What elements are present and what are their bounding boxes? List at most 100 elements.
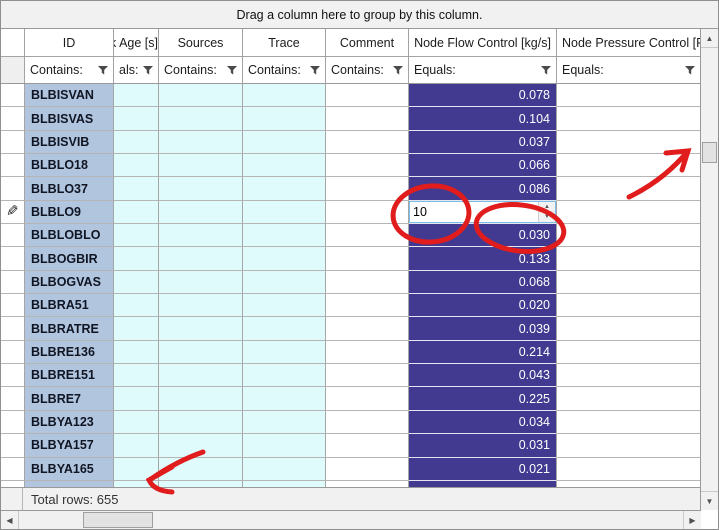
- cell-sources[interactable]: [159, 340, 243, 365]
- column-header-age[interactable]: k Age [s]: [114, 29, 159, 56]
- cell-node-flow-control[interactable]: 0.020: [409, 294, 557, 318]
- cell-node-pressure-control[interactable]: [557, 247, 701, 271]
- filter-cell-pressure[interactable]: Equals:: [557, 57, 701, 83]
- cell-trace[interactable]: [243, 364, 326, 388]
- cell-node-flow-control[interactable]: 0.043: [409, 364, 557, 388]
- cell-comment[interactable]: [326, 107, 409, 131]
- cell-comment[interactable]: [326, 457, 409, 481]
- cell-node-pressure-control[interactable]: [557, 224, 701, 248]
- cell-node-flow-control[interactable]: 0.086: [409, 177, 557, 201]
- cell-comment[interactable]: [326, 224, 409, 248]
- cell-id[interactable]: BLBRE136: [25, 340, 114, 365]
- cell-trace[interactable]: [243, 247, 326, 271]
- cell-node-flow-control[interactable]: 0.030: [409, 224, 557, 248]
- cell-trace[interactable]: [243, 107, 326, 131]
- cell-age[interactable]: [114, 224, 159, 248]
- cell-comment[interactable]: [326, 270, 409, 295]
- cell-node-pressure-control[interactable]: [557, 457, 701, 481]
- cell-node-pressure-control[interactable]: [557, 200, 701, 225]
- cell-node-flow-control[interactable]: 0.078: [409, 84, 557, 108]
- cell-age[interactable]: [114, 457, 159, 481]
- cell-comment[interactable]: [326, 84, 409, 108]
- cell-age[interactable]: [114, 317, 159, 341]
- filter-cell-age[interactable]: als:: [114, 57, 159, 83]
- cell-comment[interactable]: [326, 410, 409, 435]
- scroll-left-button[interactable]: ◀: [1, 511, 19, 529]
- vertical-scrollbar[interactable]: ▲ ▼: [700, 29, 718, 510]
- cell-node-flow-control[interactable]: 0.021: [409, 457, 557, 481]
- cell-sources[interactable]: [159, 294, 243, 318]
- cell-sources[interactable]: [159, 154, 243, 178]
- cell-node-pressure-control[interactable]: [557, 387, 701, 411]
- filter-cell-flow[interactable]: Equals:: [409, 57, 557, 83]
- cell-id[interactable]: BLBOGVAS: [25, 270, 114, 295]
- cell-node-pressure-control[interactable]: [557, 177, 701, 201]
- cell-node-flow-control[interactable]: 10 ▲ ▼: [409, 200, 557, 225]
- cell-sources[interactable]: [159, 410, 243, 435]
- cell-id[interactable]: BLBLO18: [25, 154, 114, 178]
- cell-comment[interactable]: [326, 130, 409, 155]
- filter-cell-trace[interactable]: Contains:: [243, 57, 326, 83]
- cell-trace[interactable]: [243, 84, 326, 108]
- column-header-id[interactable]: ID: [25, 29, 114, 56]
- cell-node-flow-control[interactable]: 0.225: [409, 387, 557, 411]
- cell-comment[interactable]: [326, 364, 409, 388]
- cell-node-flow-control[interactable]: 0.034: [409, 410, 557, 435]
- cell-comment[interactable]: [326, 154, 409, 178]
- cell-age[interactable]: [114, 247, 159, 271]
- cell-sources[interactable]: [159, 177, 243, 201]
- filter-cell-comment[interactable]: Contains:: [326, 57, 409, 83]
- cell-editor[interactable]: 10 ▲ ▼: [409, 200, 556, 224]
- cell-node-flow-control[interactable]: 0.039: [409, 317, 557, 341]
- cell-trace[interactable]: [243, 340, 326, 365]
- cell-trace[interactable]: [243, 200, 326, 225]
- cell-comment[interactable]: [326, 340, 409, 365]
- cell-age[interactable]: [114, 364, 159, 388]
- cell-trace[interactable]: [243, 317, 326, 341]
- cell-age[interactable]: [114, 200, 159, 225]
- column-header-sources[interactable]: Sources: [159, 29, 243, 56]
- column-header-pressure[interactable]: Node Pressure Control [Pa: [557, 29, 701, 56]
- column-header-trace[interactable]: Trace: [243, 29, 326, 56]
- cell-comment[interactable]: [326, 177, 409, 201]
- editor-value[interactable]: 10: [410, 202, 538, 222]
- cell-trace[interactable]: [243, 387, 326, 411]
- cell-comment[interactable]: [326, 200, 409, 225]
- cell-node-flow-control[interactable]: 0.104: [409, 107, 557, 131]
- filter-icon[interactable]: [98, 65, 108, 75]
- cell-node-pressure-control[interactable]: [557, 154, 701, 178]
- cell-id[interactable]: BLBYA123: [25, 410, 114, 435]
- cell-comment[interactable]: [326, 387, 409, 411]
- cell-age[interactable]: [114, 294, 159, 318]
- cell-sources[interactable]: [159, 247, 243, 271]
- filter-icon[interactable]: [310, 65, 320, 75]
- cell-id[interactable]: BLBRE7: [25, 387, 114, 411]
- horizontal-scrollbar-thumb[interactable]: [83, 512, 153, 528]
- cell-trace[interactable]: [243, 270, 326, 295]
- cell-node-pressure-control[interactable]: [557, 317, 701, 341]
- cell-node-pressure-control[interactable]: [557, 340, 701, 365]
- cell-comment[interactable]: [326, 294, 409, 318]
- cell-sources[interactable]: [159, 224, 243, 248]
- cell-age[interactable]: [114, 270, 159, 295]
- cell-id[interactable]: BLBLO37: [25, 177, 114, 201]
- column-header-comment[interactable]: Comment: [326, 29, 409, 56]
- cell-sources[interactable]: [159, 130, 243, 155]
- cell-node-pressure-control[interactable]: [557, 270, 701, 295]
- cell-id[interactable]: BLBRA51: [25, 294, 114, 318]
- cell-trace[interactable]: [243, 434, 326, 458]
- cell-age[interactable]: [114, 154, 159, 178]
- filter-cell-id[interactable]: Contains:: [25, 57, 114, 83]
- cell-node-pressure-control[interactable]: [557, 410, 701, 435]
- cell-trace[interactable]: [243, 457, 326, 481]
- cell-age[interactable]: [114, 177, 159, 201]
- cell-trace[interactable]: [243, 130, 326, 155]
- cell-sources[interactable]: [159, 387, 243, 411]
- horizontal-scrollbar[interactable]: ◀ ▶: [1, 510, 701, 529]
- cell-age[interactable]: [114, 107, 159, 131]
- cell-id[interactable]: BLBRATRE: [25, 317, 114, 341]
- cell-trace[interactable]: [243, 177, 326, 201]
- filter-cell-sources[interactable]: Contains:: [159, 57, 243, 83]
- cell-node-flow-control[interactable]: 0.133: [409, 247, 557, 271]
- filter-icon[interactable]: [227, 65, 237, 75]
